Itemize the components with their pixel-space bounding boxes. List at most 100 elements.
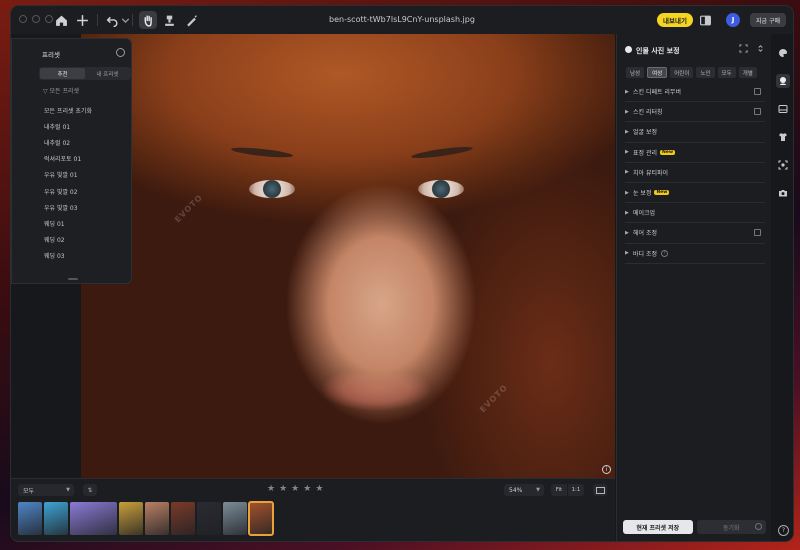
stamp-tool-icon[interactable] <box>161 12 177 28</box>
star-icon[interactable]: ★ <box>267 484 275 495</box>
section-skin-retouching[interactable]: ▶ 스킨 리터칭 <box>625 102 765 123</box>
thumbnail[interactable] <box>223 502 247 535</box>
sort-icon[interactable]: ⇅ <box>83 484 97 496</box>
preset-tabs: 추천 내 프리셋 <box>39 67 131 80</box>
one-to-one-button[interactable]: 1:1 <box>568 484 584 496</box>
clothing-icon[interactable] <box>776 130 790 144</box>
zoom-select[interactable]: 54% ▼ <box>504 484 544 496</box>
help-icon[interactable]: ? <box>661 249 668 257</box>
close-circle-icon[interactable] <box>116 48 125 57</box>
camera-icon[interactable] <box>776 186 790 200</box>
undo-menu-chevron-icon[interactable] <box>117 12 133 28</box>
maximize-window-button[interactable] <box>45 15 53 23</box>
crop-icon[interactable] <box>776 158 790 172</box>
toolbar-divider <box>97 14 98 26</box>
star-icon[interactable]: ★ <box>279 484 287 495</box>
section-label: 눈 보정 <box>633 190 652 198</box>
expand-arrow-icon: ▶ <box>625 128 629 135</box>
thumbnail[interactable] <box>171 502 195 535</box>
expand-arrow-icon: ▶ <box>625 189 629 196</box>
resize-handle[interactable] <box>68 278 78 280</box>
chip-male[interactable]: 남성 <box>626 67 645 78</box>
palette-icon[interactable] <box>776 46 790 60</box>
thumbnail[interactable] <box>70 502 117 535</box>
thumbnail[interactable] <box>119 502 143 535</box>
chevron-down-icon: ▼ <box>536 487 540 493</box>
preset-item[interactable]: 내추럴 01 <box>44 118 128 134</box>
photo-canvas[interactable]: EVOTO EVOTO i <box>81 34 615 478</box>
info-icon[interactable]: i <box>602 465 611 474</box>
expand-arrow-icon: ▶ <box>625 88 629 95</box>
chip-child[interactable]: 어린이 <box>670 67 694 78</box>
add-icon[interactable] <box>74 12 90 28</box>
section-expression[interactable]: ▶ 표정 관리 New <box>625 143 765 163</box>
thumbnail[interactable] <box>197 502 221 535</box>
section-makeup[interactable]: ▶ 메이크업 <box>625 203 765 224</box>
section-face-correction[interactable]: ▶ 얼굴 보정 <box>625 122 765 143</box>
sync-settings-icon[interactable] <box>755 523 762 530</box>
portrait-icon[interactable] <box>776 74 790 88</box>
section-eye-correction[interactable]: ▶ 눈 보정 New <box>625 183 765 204</box>
section-label: 치아 뷰티파이 <box>633 169 669 177</box>
minimize-window-button[interactable] <box>32 15 40 23</box>
thumbnail[interactable] <box>44 502 68 535</box>
chevron-down-icon: ▼ <box>66 487 70 493</box>
preset-reset-all[interactable]: 모든 프리셋 초기화 <box>44 102 128 118</box>
preset-item[interactable]: 우유 빛깔 01 <box>44 167 128 183</box>
export-button[interactable]: 내보내기 <box>657 13 693 27</box>
user-avatar[interactable]: J <box>726 13 740 27</box>
star-icon[interactable]: ★ <box>315 484 323 495</box>
fit-button[interactable]: Fit <box>551 484 567 496</box>
edit-icon[interactable] <box>754 229 761 237</box>
preset-item[interactable]: 웨딩 02 <box>44 232 128 248</box>
preset-item[interactable]: 우유 빛깔 02 <box>44 183 128 199</box>
preset-filter-label: 모든 프리셋 <box>49 88 80 95</box>
chip-all[interactable]: 모두 <box>717 67 736 78</box>
save-current-preset-button[interactable]: 현재 프리셋 저장 <box>623 520 693 534</box>
expand-collapse-icon[interactable] <box>756 44 765 53</box>
chip-female[interactable]: 여성 <box>647 67 668 78</box>
preset-item[interactable]: 내추럴 02 <box>44 134 128 150</box>
face-select-icon[interactable] <box>739 44 748 53</box>
preset-item[interactable]: 우유 빛깔 03 <box>44 199 128 215</box>
watermark: EVOTO <box>173 192 205 225</box>
chip-senior[interactable]: 노인 <box>696 67 715 78</box>
help-icon[interactable]: ? <box>778 525 789 536</box>
edit-icon[interactable] <box>754 108 761 116</box>
tab-recommended[interactable]: 추천 <box>40 68 85 79</box>
background-icon[interactable] <box>776 102 790 116</box>
thumbnail-selected[interactable] <box>248 501 274 536</box>
star-icon[interactable]: ★ <box>303 484 311 495</box>
new-badge: New <box>654 190 670 196</box>
panel-footer: 현재 프리셋 저장 동기화 <box>623 520 766 534</box>
photo-detail <box>410 144 474 161</box>
section-hair-adjust[interactable]: ▶ 헤어 조정 <box>625 223 765 244</box>
edit-icon[interactable] <box>754 88 761 95</box>
chip-individual[interactable]: 개별 <box>738 67 757 78</box>
preset-panel: 프리셋 추천 내 프리셋 ▽ 모든 프리셋 모든 프리셋 초기화 내추럴 01 … <box>11 38 132 284</box>
section-teeth-beautify[interactable]: ▶ 치아 뷰티파이 <box>625 163 765 183</box>
star-icon[interactable]: ★ <box>291 484 299 495</box>
home-icon[interactable] <box>53 12 69 28</box>
thumbnail[interactable] <box>145 502 169 535</box>
thumbnail[interactable] <box>18 502 42 535</box>
tab-my-presets[interactable]: 내 프리셋 <box>85 68 130 79</box>
panel-toggle-icon[interactable] <box>697 12 713 28</box>
section-skin-defect-remover[interactable]: ▶ 스킨 디페트 리무버 <box>625 82 765 103</box>
compare-view-icon[interactable] <box>593 484 607 496</box>
buy-now-button[interactable]: 지금 구매 <box>750 13 786 27</box>
hand-tool-icon[interactable] <box>139 11 157 29</box>
brush-tool-icon[interactable] <box>183 12 199 28</box>
preset-filter[interactable]: ▽ 모든 프리셋 <box>43 86 79 95</box>
preset-item[interactable]: 럭셔리포토 01 <box>44 151 128 167</box>
preset-item[interactable]: 웨딩 03 <box>44 248 128 264</box>
preset-item[interactable]: 웨딩 01 <box>44 215 128 231</box>
filmstrip: 모두 ▼ ⇅ ★ ★ ★ ★ ★ 54% ▼ Fit 1:1 <box>11 478 615 541</box>
title-bar: ben-scott-tWb7lsL9CnY-unsplash.jpg 내보내기 … <box>11 6 793 34</box>
section-body-adjust[interactable]: ▶ 바디 조정 ? <box>625 244 765 264</box>
filmstrip-filter-select[interactable]: 모두 ▼ <box>18 484 74 496</box>
section-label: 헤어 조정 <box>633 230 657 238</box>
portrait-retouch-panel: 인물 사진 보정 남성 여성 어린이 노인 모두 개별 ▶ 스킨 디페트 리무버… <box>616 34 771 541</box>
sync-button[interactable]: 동기화 <box>696 520 766 534</box>
close-window-button[interactable] <box>19 15 27 23</box>
